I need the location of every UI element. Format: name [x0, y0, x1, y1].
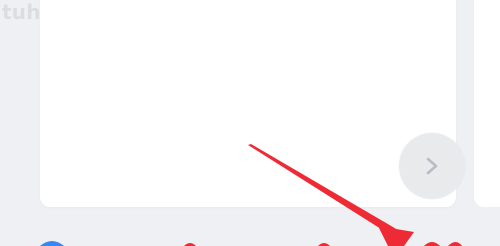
- red-icon-partial: [424, 242, 440, 246]
- next-content-card: [474, 0, 500, 207]
- blue-icon-partial: [40, 241, 64, 246]
- next-button[interactable]: [399, 133, 465, 199]
- content-card: [40, 0, 456, 207]
- red-icon-partial: [448, 242, 462, 246]
- chevron-right-icon: [426, 157, 438, 175]
